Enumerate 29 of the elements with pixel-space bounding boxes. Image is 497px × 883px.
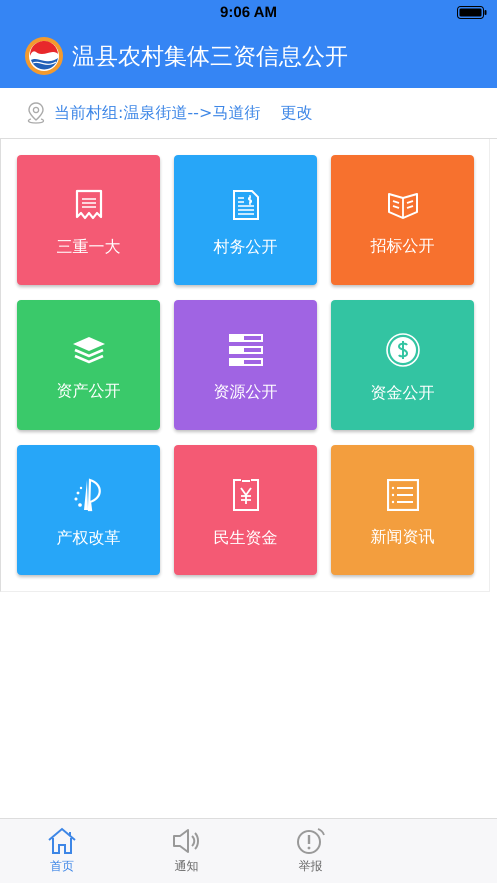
receipt-icon — [74, 188, 104, 220]
menu-tile[interactable]: 民生资金 — [174, 445, 317, 575]
menu-tile[interactable]: 新闻资讯 — [331, 445, 474, 575]
tab-bar-item[interactable]: 首页 — [0, 819, 124, 883]
menu-tile[interactable]: 招标公开 — [331, 155, 474, 285]
home-icon — [47, 827, 78, 855]
menu-tile[interactable]: 产权改革 — [17, 445, 160, 575]
dollar-coin-icon — [386, 332, 420, 366]
tab-bar-item[interactable]: 通知 — [124, 819, 248, 883]
yen-card-icon — [230, 478, 260, 512]
menu-tile[interactable]: 资金公开 — [331, 300, 474, 430]
app-title: 温县农村集体三资信息公开 — [72, 42, 348, 72]
layers-icon — [70, 334, 106, 364]
current-village-text: 当前村组:温泉街道-->马道街 — [54, 102, 260, 124]
logo-icon — [24, 36, 64, 76]
server-rack-icon — [228, 334, 262, 366]
menu-tile[interactable]: 三重一大 — [17, 155, 160, 285]
change-link[interactable]: 更改 — [280, 102, 312, 124]
status-time: 9:06 AM — [220, 4, 277, 20]
location-pin-icon — [26, 101, 46, 125]
document-icon — [232, 188, 260, 220]
menu-tile[interactable]: 资源公开 — [174, 300, 317, 430]
tab-bar-item[interactable]: 举报 — [248, 819, 373, 883]
menu-tile[interactable]: 资产公开 — [17, 300, 160, 430]
menu-tile[interactable]: 村务公开 — [174, 155, 317, 285]
alert-icon — [296, 827, 326, 855]
battery-icon — [457, 6, 487, 19]
list-icon — [386, 478, 418, 510]
speaker-icon — [171, 827, 202, 855]
